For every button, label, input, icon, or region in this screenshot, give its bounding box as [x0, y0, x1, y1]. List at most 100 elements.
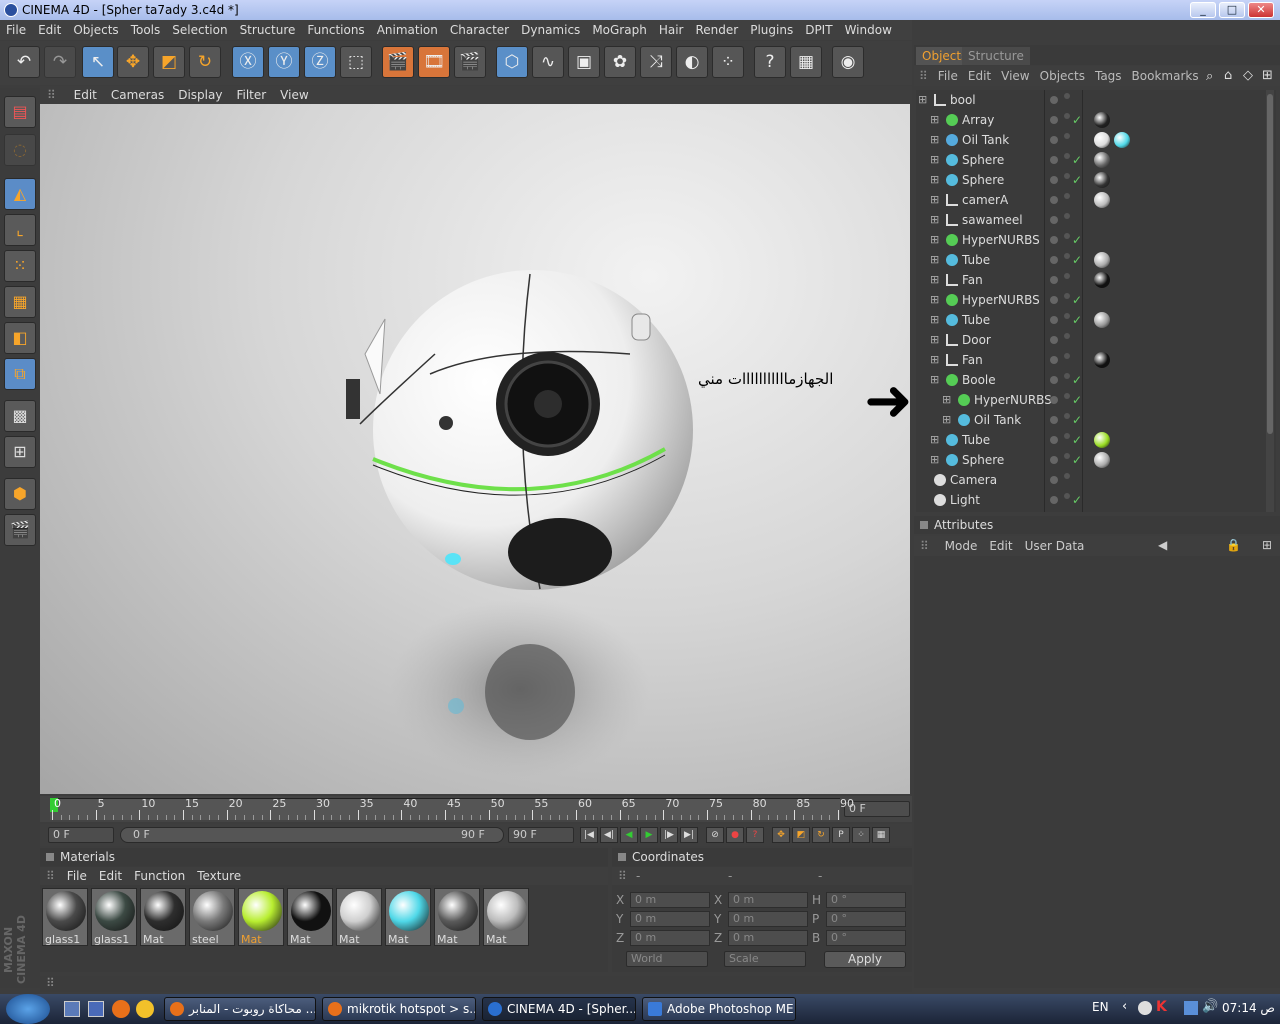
coord-field[interactable]: 0 m — [728, 892, 808, 908]
world-dropdown[interactable]: World — [626, 951, 708, 967]
object-row[interactable]: ⊞ Oil Tank ✓ — [916, 410, 1266, 430]
enabled-check-icon[interactable]: ✓ — [1072, 390, 1082, 410]
y-axis-lock-icon[interactable]: Ⓨ — [268, 46, 300, 78]
render-dot[interactable] — [1064, 193, 1070, 199]
attributes-menu-mode[interactable]: Mode — [939, 536, 984, 556]
menu-selection[interactable]: Selection — [166, 20, 233, 40]
object-row[interactable]: ⊞ HyperNURBS ✓ — [916, 390, 1266, 410]
enabled-check-icon[interactable]: ✓ — [1072, 370, 1082, 390]
goto-start-icon[interactable]: |◀ — [580, 827, 598, 843]
clock[interactable]: 07:14 ص — [1222, 1001, 1275, 1015]
enabled-check-icon[interactable]: ✓ — [1072, 250, 1082, 270]
material-tag-icon[interactable] — [1114, 132, 1130, 148]
scale-tool-icon[interactable]: ◩ — [153, 46, 185, 78]
cube-primitive-icon[interactable]: ⬡ — [496, 46, 528, 78]
material-tag-icon[interactable] — [1094, 132, 1110, 148]
visibility-dot[interactable] — [1050, 496, 1058, 504]
visibility-dot[interactable] — [1050, 416, 1058, 424]
material-tag-icon[interactable] — [1094, 192, 1110, 208]
coord-field[interactable]: 0 m — [728, 911, 808, 927]
visibility-dot[interactable] — [1050, 196, 1058, 204]
visibility-dot[interactable] — [1050, 176, 1058, 184]
expand-toggle-icon[interactable]: ⊞ — [930, 330, 939, 350]
show-desktop-icon[interactable] — [64, 1001, 80, 1017]
render-dot[interactable] — [1064, 333, 1070, 339]
objects-menu-tags[interactable]: Tags — [1090, 66, 1127, 86]
visibility-dot[interactable] — [1050, 136, 1058, 144]
coord-field[interactable]: 0 m — [630, 892, 710, 908]
material-swatch[interactable]: Mat — [238, 888, 284, 946]
visibility-dot[interactable] — [1050, 356, 1058, 364]
render-dot[interactable] — [1064, 393, 1070, 399]
key-rotation-icon[interactable]: ↻ — [812, 827, 830, 843]
enabled-check-icon[interactable]: ✓ — [1072, 110, 1082, 130]
menu-structure[interactable]: Structure — [234, 20, 302, 40]
enabled-check-icon[interactable]: ✓ — [1072, 290, 1082, 310]
visibility-dot[interactable] — [1050, 436, 1058, 444]
language-indicator[interactable]: EN — [1092, 1000, 1109, 1014]
material-swatch[interactable]: Mat — [385, 888, 431, 946]
coordinate-system-icon[interactable]: ⬚ — [340, 46, 372, 78]
rotate-tool-icon[interactable]: ↻ — [189, 46, 221, 78]
object-row[interactable]: ⊞ Tube ✓ — [916, 250, 1266, 270]
viewport-menu-filter[interactable]: Filter — [229, 86, 273, 104]
workplane-icon[interactable]: ⊞ — [4, 436, 36, 468]
visibility-dot[interactable] — [1050, 456, 1058, 464]
render-view-icon[interactable]: 🎬 — [382, 46, 414, 78]
enabled-check-icon[interactable]: ✓ — [1072, 150, 1082, 170]
antivirus-tray-icon[interactable]: K — [1156, 999, 1167, 1015]
menu-dynamics[interactable]: Dynamics — [515, 20, 586, 40]
task-firefox-robot-forum[interactable]: محاكاة روبوت - المنابر ... — [164, 997, 316, 1021]
menu-window[interactable]: Window — [839, 20, 898, 40]
messenger-quicklaunch-icon[interactable] — [136, 1000, 154, 1018]
materials-menu-edit[interactable]: Edit — [93, 867, 128, 885]
volume-tray-icon[interactable]: 🔊 — [1202, 999, 1218, 1014]
expand-toggle-icon[interactable]: ⊞ — [918, 90, 927, 110]
material-swatch[interactable]: glass1 — [42, 888, 88, 946]
render-dot[interactable] — [1064, 373, 1070, 379]
viewport-menu-view[interactable]: View — [273, 86, 315, 104]
material-swatch[interactable]: glass1 — [91, 888, 137, 946]
help-cursor-icon[interactable]: ? — [754, 46, 786, 78]
play-reverse-icon[interactable]: ◀ — [620, 827, 638, 843]
menu-tools[interactable]: Tools — [125, 20, 167, 40]
expand-toggle-icon[interactable]: ⊞ — [930, 130, 939, 150]
expand-toggle-icon[interactable]: ⊞ — [930, 350, 939, 370]
enabled-check-icon[interactable]: ✓ — [1072, 410, 1082, 430]
home-icon[interactable]: ⌂ — [1224, 68, 1232, 83]
3d-viewport[interactable]: الجهازمااااااااااات مني ➜ — [40, 104, 910, 794]
key-param-icon[interactable]: P — [832, 827, 850, 843]
material-tag-icon[interactable] — [1094, 252, 1110, 268]
expand-toggle-icon[interactable]: ⊞ — [930, 450, 939, 470]
start-frame-field[interactable]: 0 F — [48, 827, 114, 843]
material-tag-icon[interactable] — [1094, 352, 1110, 368]
object-mode-icon[interactable]: ◌ — [4, 134, 36, 166]
array-icon[interactable]: ✿ — [604, 46, 636, 78]
render-dot[interactable] — [1064, 353, 1070, 359]
menu-character[interactable]: Character — [444, 20, 515, 40]
move-tool-icon[interactable]: ✥ — [117, 46, 149, 78]
z-axis-lock-icon[interactable]: Ⓩ — [304, 46, 336, 78]
coord-field[interactable]: 0 m — [630, 930, 710, 946]
key-settings-icon[interactable]: ▦ — [872, 827, 890, 843]
object-row[interactable]: ⊞ Array ✓ — [916, 110, 1266, 130]
goto-end-icon[interactable]: ▶| — [680, 827, 698, 843]
animation-icon[interactable]: ⬢ — [4, 478, 36, 510]
render-dot[interactable] — [1064, 473, 1070, 479]
expand-toggle-icon[interactable]: ⊞ — [930, 370, 939, 390]
material-tag-icon[interactable] — [1094, 452, 1110, 468]
object-row[interactable]: ⊞ Tube ✓ — [916, 430, 1266, 450]
object-scrollbar[interactable] — [1266, 90, 1274, 512]
lock-icon[interactable]: 🔒 — [1226, 538, 1241, 552]
play-forward-icon[interactable]: ▶ — [640, 827, 658, 843]
object-row[interactable]: ⊞ Oil Tank — [916, 130, 1266, 150]
visibility-dot[interactable] — [1050, 276, 1058, 284]
objects-menu-edit[interactable]: Edit — [963, 66, 996, 86]
expand-toggle-icon[interactable]: ⊞ — [930, 430, 939, 450]
render-dot[interactable] — [1064, 113, 1070, 119]
start-orb-icon[interactable] — [6, 994, 50, 1024]
sync-icon[interactable]: ◇ — [1243, 68, 1253, 83]
expand-toggle-icon[interactable]: ⊞ — [930, 250, 939, 270]
firefox-quicklaunch-icon[interactable] — [112, 1000, 130, 1018]
record-off-icon[interactable]: ⊘ — [706, 827, 724, 843]
